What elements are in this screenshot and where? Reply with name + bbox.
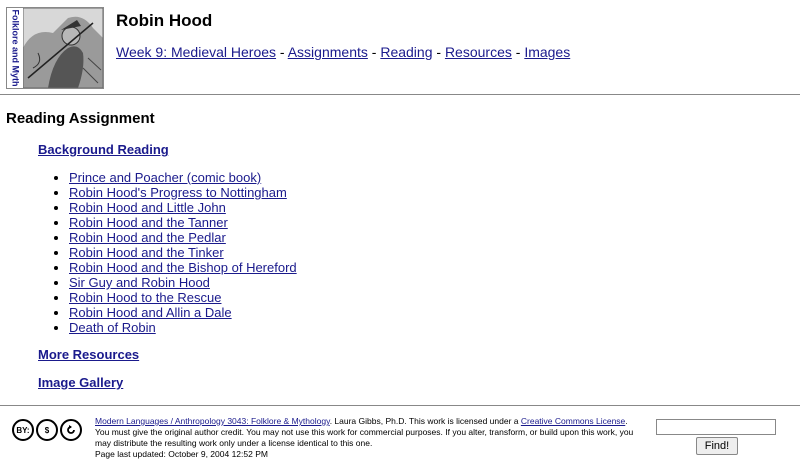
more-resources-heading: More Resources xyxy=(38,347,139,362)
reading-link[interactable]: Death of Robin xyxy=(69,320,156,335)
list-item: Robin Hood and Little John xyxy=(69,200,297,215)
attribution-icon: BY: xyxy=(12,419,34,441)
reading-link[interactable]: Robin Hood and Allin a Dale xyxy=(69,305,232,320)
nav-separator: - xyxy=(367,44,381,60)
reading-link[interactable]: Sir Guy and Robin Hood xyxy=(69,275,210,290)
nav-link-reading[interactable]: Reading xyxy=(380,44,432,60)
logo-caption: Folklore and Myth xyxy=(7,8,23,88)
reading-list: Prince and Poacher (comic book) Robin Ho… xyxy=(38,170,297,335)
course-link[interactable]: Modern Languages / Anthropology 3043: Fo… xyxy=(95,416,330,426)
reading-link[interactable]: Robin Hood and Little John xyxy=(69,200,226,215)
creative-commons-badge[interactable]: BY: $ xyxy=(12,418,88,442)
page-header: Folklore and Myth Robin Hood Week 9: Med… xyxy=(0,0,800,95)
footer-divider xyxy=(0,405,800,406)
reading-link[interactable]: Robin Hood's Progress to Nottingham xyxy=(69,185,287,200)
logo-caption-text: Folklore and Myth xyxy=(10,9,21,87)
list-item: Robin Hood and the Bishop of Hereford xyxy=(69,260,297,275)
nav-link-images[interactable]: Images xyxy=(524,44,570,60)
noncommercial-icon: $ xyxy=(36,419,58,441)
footer-notice: Modern Languages / Anthropology 3043: Fo… xyxy=(95,416,640,460)
reading-link[interactable]: Prince and Poacher (comic book) xyxy=(69,170,261,185)
section-title: Reading Assignment xyxy=(6,110,155,127)
header-divider xyxy=(0,94,800,95)
site-logo[interactable]: Folklore and Myth xyxy=(6,7,104,89)
last-updated: Page last updated: October 9, 2004 12:52… xyxy=(95,449,268,459)
reading-link[interactable]: Robin Hood and the Tinker xyxy=(69,245,224,260)
sharealike-glyph xyxy=(67,425,75,434)
list-item: Prince and Poacher (comic book) xyxy=(69,170,297,185)
background-reading-link[interactable]: Background Reading xyxy=(38,142,169,157)
nav-separator: - xyxy=(432,44,445,60)
list-item: Robin Hood and Allin a Dale xyxy=(69,305,297,320)
license-link[interactable]: Creative Commons License xyxy=(521,416,625,426)
page-title: Robin Hood xyxy=(116,11,213,30)
nav-separator: - xyxy=(511,44,525,60)
list-item: Robin Hood to the Rescue xyxy=(69,290,297,305)
list-item: Sir Guy and Robin Hood xyxy=(69,275,297,290)
nav-link-week9[interactable]: Week 9: Medieval Heroes xyxy=(116,44,276,60)
reading-link[interactable]: Robin Hood and the Pedlar xyxy=(69,230,226,245)
list-item: Robin Hood and the Pedlar xyxy=(69,230,297,245)
reading-link[interactable]: Robin Hood and the Bishop of Hereford xyxy=(69,260,297,275)
image-gallery-heading: Image Gallery xyxy=(38,375,123,390)
robin-hood-engraving-image xyxy=(23,8,103,88)
footer-text-1: . Laura Gibbs, Ph.D. This work is licens… xyxy=(329,416,521,426)
list-item: Death of Robin xyxy=(69,320,297,335)
nav-separator: - xyxy=(276,44,288,60)
list-item: Robin Hood and the Tinker xyxy=(69,245,297,260)
search-input[interactable] xyxy=(656,419,776,435)
nav-link-resources[interactable]: Resources xyxy=(445,44,512,60)
more-resources-link[interactable]: More Resources xyxy=(38,347,139,362)
nav-link-assignments[interactable]: Assignments xyxy=(288,44,368,60)
list-item: Robin Hood's Progress to Nottingham xyxy=(69,185,297,200)
background-reading-heading: Background Reading xyxy=(38,142,169,157)
breadcrumb-nav: Week 9: Medieval Heroes - Assignments - … xyxy=(116,44,570,60)
reading-link[interactable]: Robin Hood to the Rescue xyxy=(69,290,221,305)
image-gallery-link[interactable]: Image Gallery xyxy=(38,375,123,390)
reading-link[interactable]: Robin Hood and the Tanner xyxy=(69,215,228,230)
find-button[interactable]: Find! xyxy=(696,437,738,455)
list-item: Robin Hood and the Tanner xyxy=(69,215,297,230)
sharealike-icon xyxy=(60,419,82,441)
